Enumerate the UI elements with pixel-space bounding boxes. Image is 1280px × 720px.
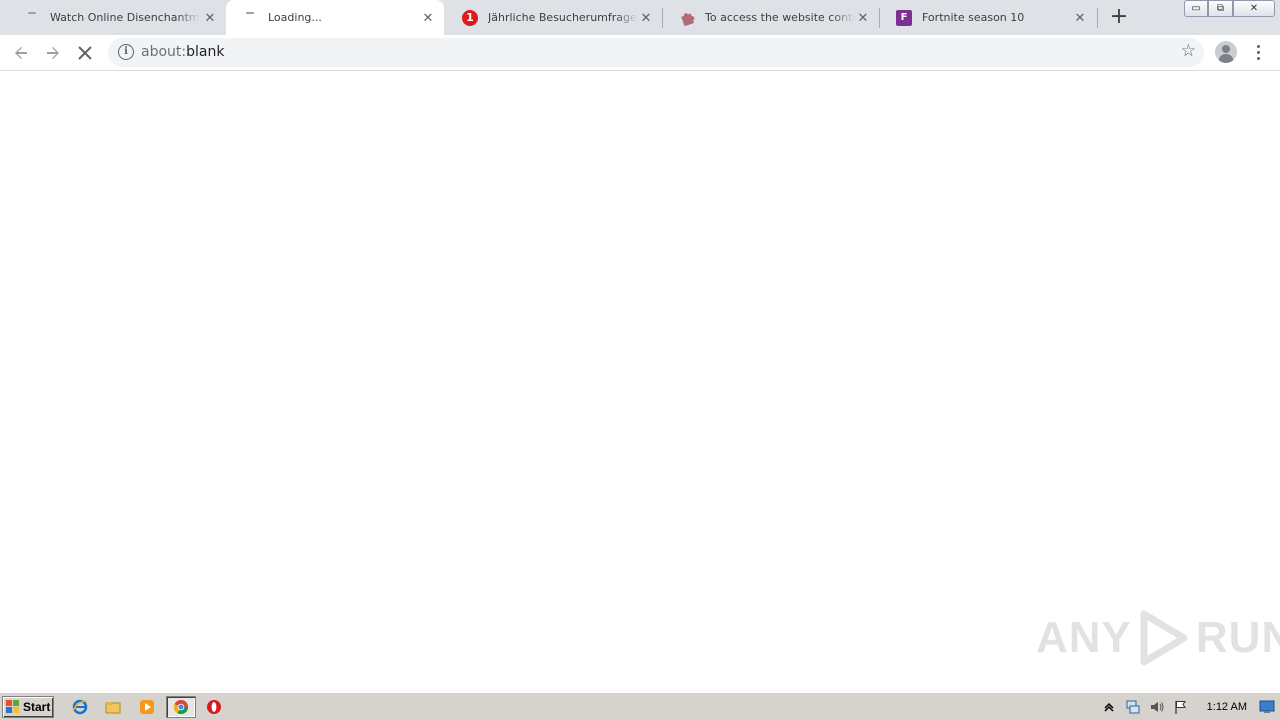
start-button[interactable]: Start — [2, 696, 54, 718]
show-hidden-icons-chevron-icon[interactable] — [1100, 698, 1118, 716]
menu-dot — [1256, 50, 1260, 54]
tab-title: Loading... — [268, 11, 322, 24]
tab-title: Fortnite season 10 — [922, 11, 1025, 24]
loading-spinner-icon — [242, 10, 258, 26]
tab-fortnite[interactable]: F Fortnite season 10 ✕ — [880, 0, 1096, 35]
tab-title: To access the website content, — [705, 11, 855, 24]
restore-button[interactable]: ⧉ — [1208, 0, 1233, 17]
browser-toolbar: i about:blank ☆ — [0, 35, 1280, 71]
menu-dot — [1256, 44, 1260, 48]
system-tray: 1:12 AM — [1097, 695, 1280, 719]
anyrun-watermark: ANY RUN — [1036, 610, 1280, 666]
tab-separator — [1097, 8, 1098, 28]
show-desktop-icon[interactable] — [1258, 698, 1276, 716]
forward-button[interactable] — [40, 40, 66, 66]
back-arrow-icon — [15, 47, 27, 59]
page-content — [0, 72, 1280, 692]
address-bar[interactable]: i about:blank ☆ — [108, 38, 1204, 67]
file-explorer-icon[interactable] — [104, 698, 122, 716]
site-info-icon[interactable]: i — [118, 44, 134, 60]
forward-arrow-icon — [47, 47, 59, 59]
url-path: blank — [186, 44, 225, 60]
watermark-text-left: ANY — [1036, 613, 1132, 662]
stop-x-icon — [78, 46, 92, 60]
windows-logo-icon — [6, 700, 20, 714]
tab-strip: Watch Online Disenchantment Se ✕ Loading… — [0, 0, 1280, 35]
stop-loading-button[interactable] — [72, 40, 98, 66]
back-button[interactable] — [8, 40, 34, 66]
opera-taskbar-icon[interactable] — [205, 698, 223, 716]
watermark-text-right: RUN — [1195, 613, 1280, 662]
chrome-taskbar-button[interactable] — [166, 696, 196, 718]
url-scheme: about: — [141, 44, 187, 60]
taskbar: Start 1:12 AM — [0, 692, 1280, 720]
close-tab-icon[interactable]: ✕ — [420, 10, 436, 26]
profile-avatar[interactable] — [1215, 41, 1237, 63]
browser-menu-button[interactable] — [1250, 43, 1266, 61]
tab-title: Jährliche Besucherumfrage 2019 — [488, 11, 638, 24]
start-label: Start — [23, 700, 51, 714]
close-tab-icon[interactable]: ✕ — [855, 10, 871, 26]
minimize-button[interactable]: ▭ — [1184, 0, 1208, 17]
close-tab-icon[interactable]: ✕ — [202, 10, 218, 26]
menu-dot — [1256, 56, 1260, 60]
puzzle-icon — [679, 10, 695, 26]
tab-besucherumfrage[interactable]: 1 Jährliche Besucherumfrage 2019 ✕ — [446, 0, 662, 35]
play-logo-icon — [1140, 610, 1188, 666]
close-tab-icon[interactable]: ✕ — [1072, 10, 1088, 26]
network-icon[interactable] — [1124, 698, 1142, 716]
url-text[interactable]: about:blank — [141, 44, 224, 60]
action-center-flag-icon[interactable] — [1172, 698, 1190, 716]
opera-icon: 1 — [462, 9, 478, 26]
tab-title: Watch Online Disenchantment Se — [50, 11, 200, 24]
tab-access-website[interactable]: To access the website content, ✕ — [663, 0, 879, 35]
chrome-icon — [173, 700, 189, 715]
fortnite-icon: F — [896, 9, 912, 26]
clock[interactable]: 1:12 AM — [1207, 701, 1247, 713]
media-player-icon[interactable] — [138, 698, 156, 716]
loading-spinner-icon — [24, 10, 40, 26]
volume-icon[interactable] — [1148, 698, 1166, 716]
bookmark-star-icon[interactable]: ☆ — [1181, 41, 1196, 61]
tab-loading[interactable]: Loading... ✕ — [226, 0, 444, 35]
new-tab-button[interactable]: + — [1108, 6, 1130, 28]
tab-watch-online[interactable]: Watch Online Disenchantment Se ✕ — [8, 0, 226, 35]
close-tab-icon[interactable]: ✕ — [638, 10, 654, 26]
close-window-button[interactable]: ✕ — [1233, 0, 1275, 17]
internet-explorer-icon[interactable] — [71, 698, 89, 716]
